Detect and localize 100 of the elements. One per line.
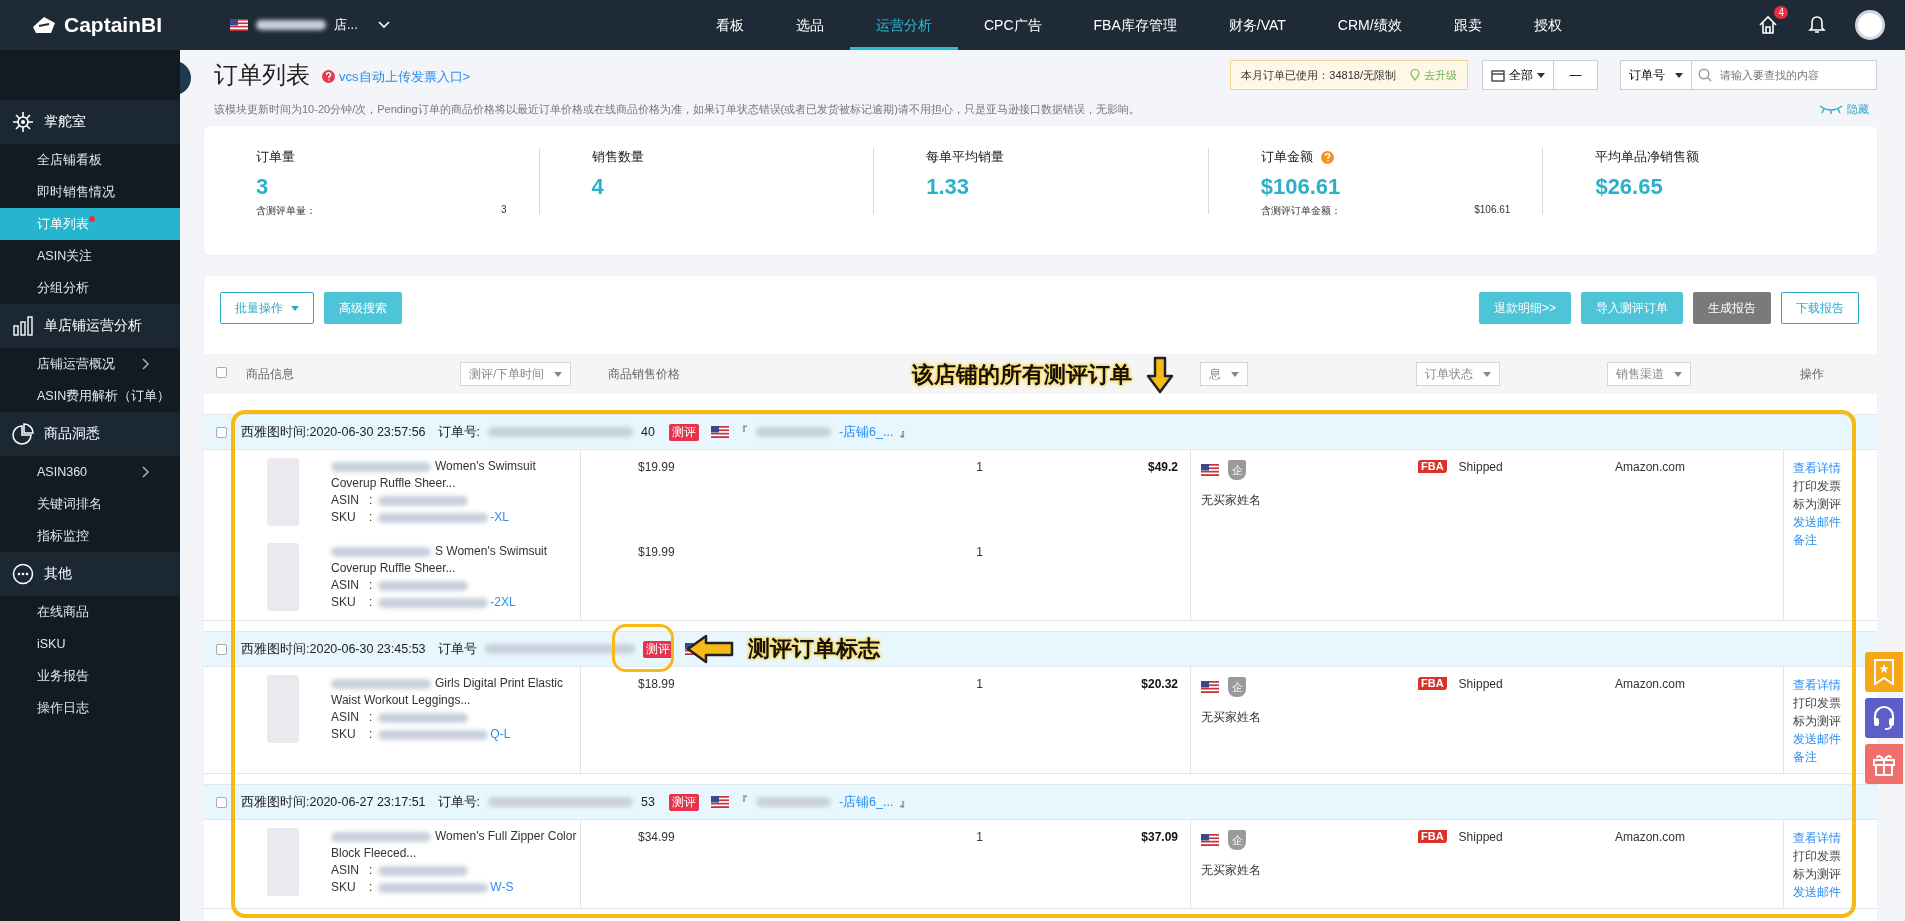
range-dropdown[interactable]: 全部 [1482, 60, 1554, 90]
sidebar-item[interactable]: 指标监控 [0, 520, 180, 552]
nav-tab[interactable]: 看板 [690, 0, 770, 50]
asin-label: ASIN [331, 577, 360, 594]
action-link[interactable]: 查看详情 [1793, 677, 1841, 693]
search-type-dropdown[interactable]: 订单号 [1620, 60, 1692, 90]
action-link[interactable]: 发送邮件 [1793, 884, 1841, 900]
search-icon [1698, 68, 1712, 82]
order-status: Shipped [1458, 677, 1503, 691]
action-link[interactable]: 标为测评 [1793, 496, 1841, 512]
house-icon [1757, 14, 1779, 36]
checkbox[interactable] [216, 796, 227, 808]
sku-link[interactable]: Q-L [490, 726, 511, 743]
sidebar-item[interactable]: 业务报告 [0, 660, 180, 692]
checkbox[interactable] [216, 643, 227, 655]
action-link[interactable]: 打印发票 [1793, 478, 1841, 494]
action-link[interactable]: 备注 [1793, 532, 1817, 548]
action-link[interactable]: 查看详情 [1793, 460, 1841, 476]
sidebar-item[interactable]: iSKU [0, 628, 180, 660]
action-link[interactable]: 查看详情 [1793, 830, 1841, 846]
nav-tab[interactable]: FBA库存管理 [1067, 0, 1203, 50]
action-link[interactable]: 打印发票 [1793, 695, 1841, 711]
nav-tab[interactable]: 选品 [770, 0, 850, 50]
nav-tab[interactable]: 运营分析 [850, 0, 958, 50]
asin-label: ASIN [331, 492, 360, 509]
search-field[interactable]: 请输入要查找的内容 [1692, 60, 1877, 90]
sidebar-section[interactable]: 商品洞悉 [0, 412, 180, 456]
us-flag-icon [1201, 834, 1219, 846]
separator: : [369, 492, 373, 509]
avatar[interactable] [1855, 10, 1885, 40]
sales-channel: Amazon.com [1615, 677, 1686, 691]
store-selector[interactable]: 店... [230, 16, 670, 34]
nav-tab[interactable]: 跟卖 [1427, 0, 1508, 50]
nav-tab[interactable]: CPC广告 [958, 0, 1068, 50]
sku-link[interactable]: W-S [490, 879, 514, 896]
product-title[interactable]: S Women's Swimsuit Coverup Ruffle Sheer... [331, 543, 580, 577]
more-icon [12, 563, 34, 585]
sidebar-item[interactable]: 全店铺看板 [0, 144, 180, 176]
action-link[interactable]: 标为测评 [1793, 713, 1841, 729]
separator: : [369, 726, 373, 743]
item-price: $34.99 [638, 830, 675, 844]
support-button[interactable] [1865, 698, 1903, 738]
product-title[interactable]: Women's Swimsuit Coverup Ruffle Sheer... [331, 458, 580, 492]
caret-icon [1537, 72, 1545, 78]
item-quantity: 1 [976, 460, 983, 474]
range-end-button[interactable]: — [1554, 60, 1598, 90]
order-time: 西雅图时间:2020-06-30 23:57:56 [241, 423, 426, 441]
column-filter-dropdown[interactable]: 测评/下单时间 [460, 362, 572, 386]
bookmark-button[interactable] [1865, 652, 1903, 692]
sku-label: SKU [331, 726, 357, 743]
nav-tab[interactable]: CRM/绩效 [1311, 0, 1428, 50]
order-number: 53 [641, 795, 655, 809]
checkbox[interactable] [216, 426, 227, 438]
order-total: $37.09 [1141, 830, 1178, 844]
action-link[interactable]: 打印发票 [1793, 848, 1841, 864]
sidebar-item[interactable]: 分组分析 [0, 272, 180, 304]
bracket: 『 [734, 423, 748, 441]
sidebar-item[interactable]: 在线商品 [0, 596, 180, 628]
sku-link[interactable]: -XL [490, 509, 510, 526]
sidebar-item[interactable]: ASIN费用解析（订单） [0, 380, 180, 412]
checkbox[interactable] [216, 367, 227, 378]
sidebar-section[interactable]: 掌舵室 [0, 100, 180, 144]
order-status: Shipped [1458, 830, 1503, 844]
headset-icon [1872, 705, 1896, 731]
sidebar-item[interactable]: 店铺运营概况 [0, 348, 180, 380]
order-status: Shipped [1458, 460, 1503, 474]
sku-label: SKU [331, 594, 357, 611]
column-filter-dropdown[interactable]: 息 [1200, 362, 1248, 386]
asin-label: ASIN [331, 709, 360, 726]
column-filter-dropdown[interactable]: 销售渠道 [1607, 362, 1691, 386]
action-link[interactable]: 备注 [1793, 749, 1817, 765]
action-link[interactable]: 发送邮件 [1793, 731, 1841, 747]
item-price: $19.99 [638, 460, 675, 474]
sidebar-section[interactable]: 单店铺运营分析 [0, 304, 180, 348]
product-title[interactable]: Girls Digital Print Elastic Waist Workout Leggings... [331, 675, 580, 709]
sidebar-item[interactable]: ASIN关注 [0, 240, 180, 272]
gift-icon [1872, 752, 1896, 776]
fulfillment-tag: FBA [1418, 677, 1447, 690]
action-link[interactable]: 标为测评 [1793, 866, 1841, 882]
nav-tab[interactable]: 授权 [1507, 0, 1588, 50]
blurred-text [256, 20, 326, 30]
stat-sub-value: $106.61 [1474, 204, 1511, 217]
action-link[interactable]: 发送邮件 [1793, 514, 1841, 530]
sidebar-item[interactable]: 操作日志 [0, 692, 180, 724]
column-header: 操作 [1800, 366, 1824, 381]
separator: : [369, 879, 373, 896]
bracket: 』 [899, 423, 913, 441]
column-filter-dropdown[interactable]: 订单状态 [1416, 362, 1500, 386]
product-title[interactable]: Women's Full Zipper Color Block Fleeced... [331, 828, 580, 862]
sidebar-item[interactable]: 即时销售情况 [0, 176, 180, 208]
caret-icon [1231, 371, 1239, 377]
stat-label: 订单金额 [1260, 148, 1313, 166]
order-number-label: 订单号 [437, 640, 477, 658]
sidebar-section[interactable]: 其他 [0, 552, 180, 596]
toolbar-button[interactable]: 生成报告 [1693, 292, 1771, 324]
sidebar-item[interactable]: 关键词排名 [0, 488, 180, 520]
nav-tab[interactable]: 财务/VAT [1202, 0, 1312, 50]
gift-button[interactable] [1865, 744, 1903, 784]
sidebar-item[interactable]: ASIN360 [0, 456, 180, 488]
annotation-text: 该店铺的所有测评订单 [912, 361, 1132, 389]
